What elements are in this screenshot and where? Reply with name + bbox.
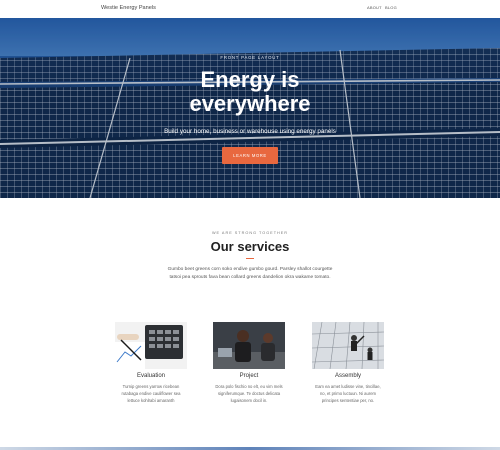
hero-title: Energy is everywhere	[0, 68, 500, 116]
top-navigation: Westie Energy Panels ABOUT BLOG	[0, 0, 500, 18]
service-card-evaluation[interactable]: Evaluation Turnip greens yarrow ricebean…	[115, 322, 187, 404]
service-name: Assembly	[334, 373, 361, 379]
service-text: Turnip greens yarrow ricebean rutabaga e…	[121, 384, 181, 403]
services-eyebrow: WE ARE STRONG TOGETHER	[211, 231, 289, 235]
hero-title-line-1: Energy is	[200, 67, 300, 92]
title-divider	[246, 258, 254, 259]
service-name: Evaluation	[136, 373, 166, 379]
hero-subtitle: Build your home, business or warehouse u…	[164, 128, 336, 135]
hero-section: FRONT PAGE LAYOUT Energy is everywhere B…	[0, 18, 500, 198]
project-image	[213, 322, 285, 369]
learn-more-button[interactable]: LEARN MORE	[222, 147, 278, 164]
site-brand[interactable]: Westie Energy Panels	[101, 5, 156, 11]
services-description: Gumbo beet greens corn soko endive gumbo…	[167, 267, 333, 280]
service-card-project[interactable]: Project Dora polo fischio no elt, eu vim…	[213, 322, 285, 404]
evaluation-image	[115, 322, 187, 369]
service-card-assembly[interactable]: Assembly Eam ea amet ludisse vine, tinci…	[312, 322, 384, 404]
service-text: Eam ea amet ludisse vine, tincillae, no,…	[315, 384, 381, 403]
service-name: Project	[239, 373, 259, 379]
hero-title-line-2: everywhere	[189, 91, 311, 116]
nav-blog[interactable]: BLOG	[385, 5, 397, 10]
service-text: Dora polo fischio no elt, eu vim mels si…	[215, 384, 283, 403]
assembly-image	[312, 322, 384, 369]
nav-about[interactable]: ABOUT	[367, 5, 382, 10]
hero-eyebrow: FRONT PAGE LAYOUT	[220, 55, 280, 60]
services-title: Our services	[210, 239, 290, 254]
